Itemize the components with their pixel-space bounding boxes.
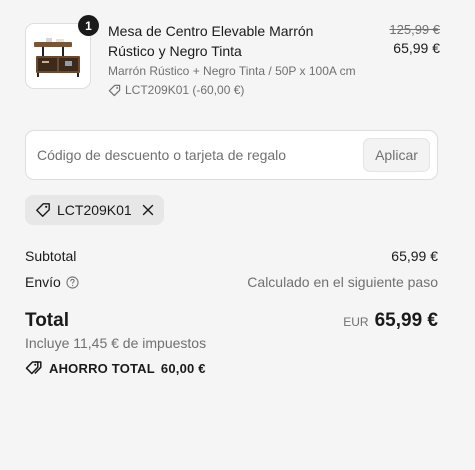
discounted-price: 65,99 € <box>393 40 440 56</box>
product-thumbnail-wrapper: 1 <box>25 15 99 89</box>
product-discount-line: LCT209K01 (-60,00 €) <box>108 82 358 98</box>
shipping-label-group: Envío <box>25 274 79 290</box>
currency-code: EUR <box>343 315 369 329</box>
savings-tag-icon <box>25 361 42 375</box>
product-name: Mesa de Centro Elevable Marrón Rústico y… <box>108 23 314 59</box>
original-price: 125,99 € <box>389 22 440 37</box>
taxes-note: Incluye 11,45 € de impuestos <box>25 335 207 351</box>
product-discount-text: LCT209K01 (-60,00 €) <box>125 83 245 97</box>
shipping-label: Envío <box>25 274 61 290</box>
coffee-table-product-image <box>34 38 80 77</box>
product-price: 125,99 € 65,99 € <box>389 21 440 58</box>
applied-discount-chip: LCT209K01 <box>25 195 164 225</box>
discount-code-form: Aplicar <box>25 130 438 180</box>
subtotal-row: Subtotal 65,99 € <box>25 246 438 266</box>
subtotal-value: 65,99 € <box>391 248 438 264</box>
quantity-badge: 1 <box>78 15 99 36</box>
shipping-row: Envío Calculado en el siguiente paso <box>25 272 438 292</box>
product-variant: Marrón Rústico + Negro Tinta / 50P x 100… <box>108 64 356 78</box>
tag-icon <box>108 84 121 96</box>
total-amount-group: EUR 65,99 € <box>343 310 438 332</box>
close-icon <box>142 204 154 216</box>
total-label: Total <box>25 310 69 331</box>
product-info: Mesa de Centro Elevable Marrón Rústico y… <box>108 21 358 98</box>
savings-value: 60,00 € <box>160 360 206 376</box>
subtotal-label: Subtotal <box>25 248 77 264</box>
savings-label: AHORRO TOTAL <box>49 360 155 376</box>
total-value: 65,99 € <box>374 310 438 331</box>
discount-code-input[interactable] <box>37 143 357 167</box>
applied-discount-code: LCT209K01 <box>57 202 132 218</box>
cart-line-item: 1 Mesa de Centro Elevable Marrón Rústico… <box>25 15 440 114</box>
order-summary: 1 Mesa de Centro Elevable Marrón Rústico… <box>0 0 475 470</box>
remove-discount-button[interactable] <box>142 204 154 216</box>
apply-discount-button[interactable]: Aplicar <box>363 138 430 172</box>
tag-icon <box>36 203 50 217</box>
shipping-value: Calculado en el siguiente paso <box>247 274 438 290</box>
total-row: Total EUR 65,99 € <box>25 308 438 334</box>
total-savings: AHORRO TOTAL 60,00 € <box>25 358 206 378</box>
help-icon[interactable] <box>66 275 79 289</box>
